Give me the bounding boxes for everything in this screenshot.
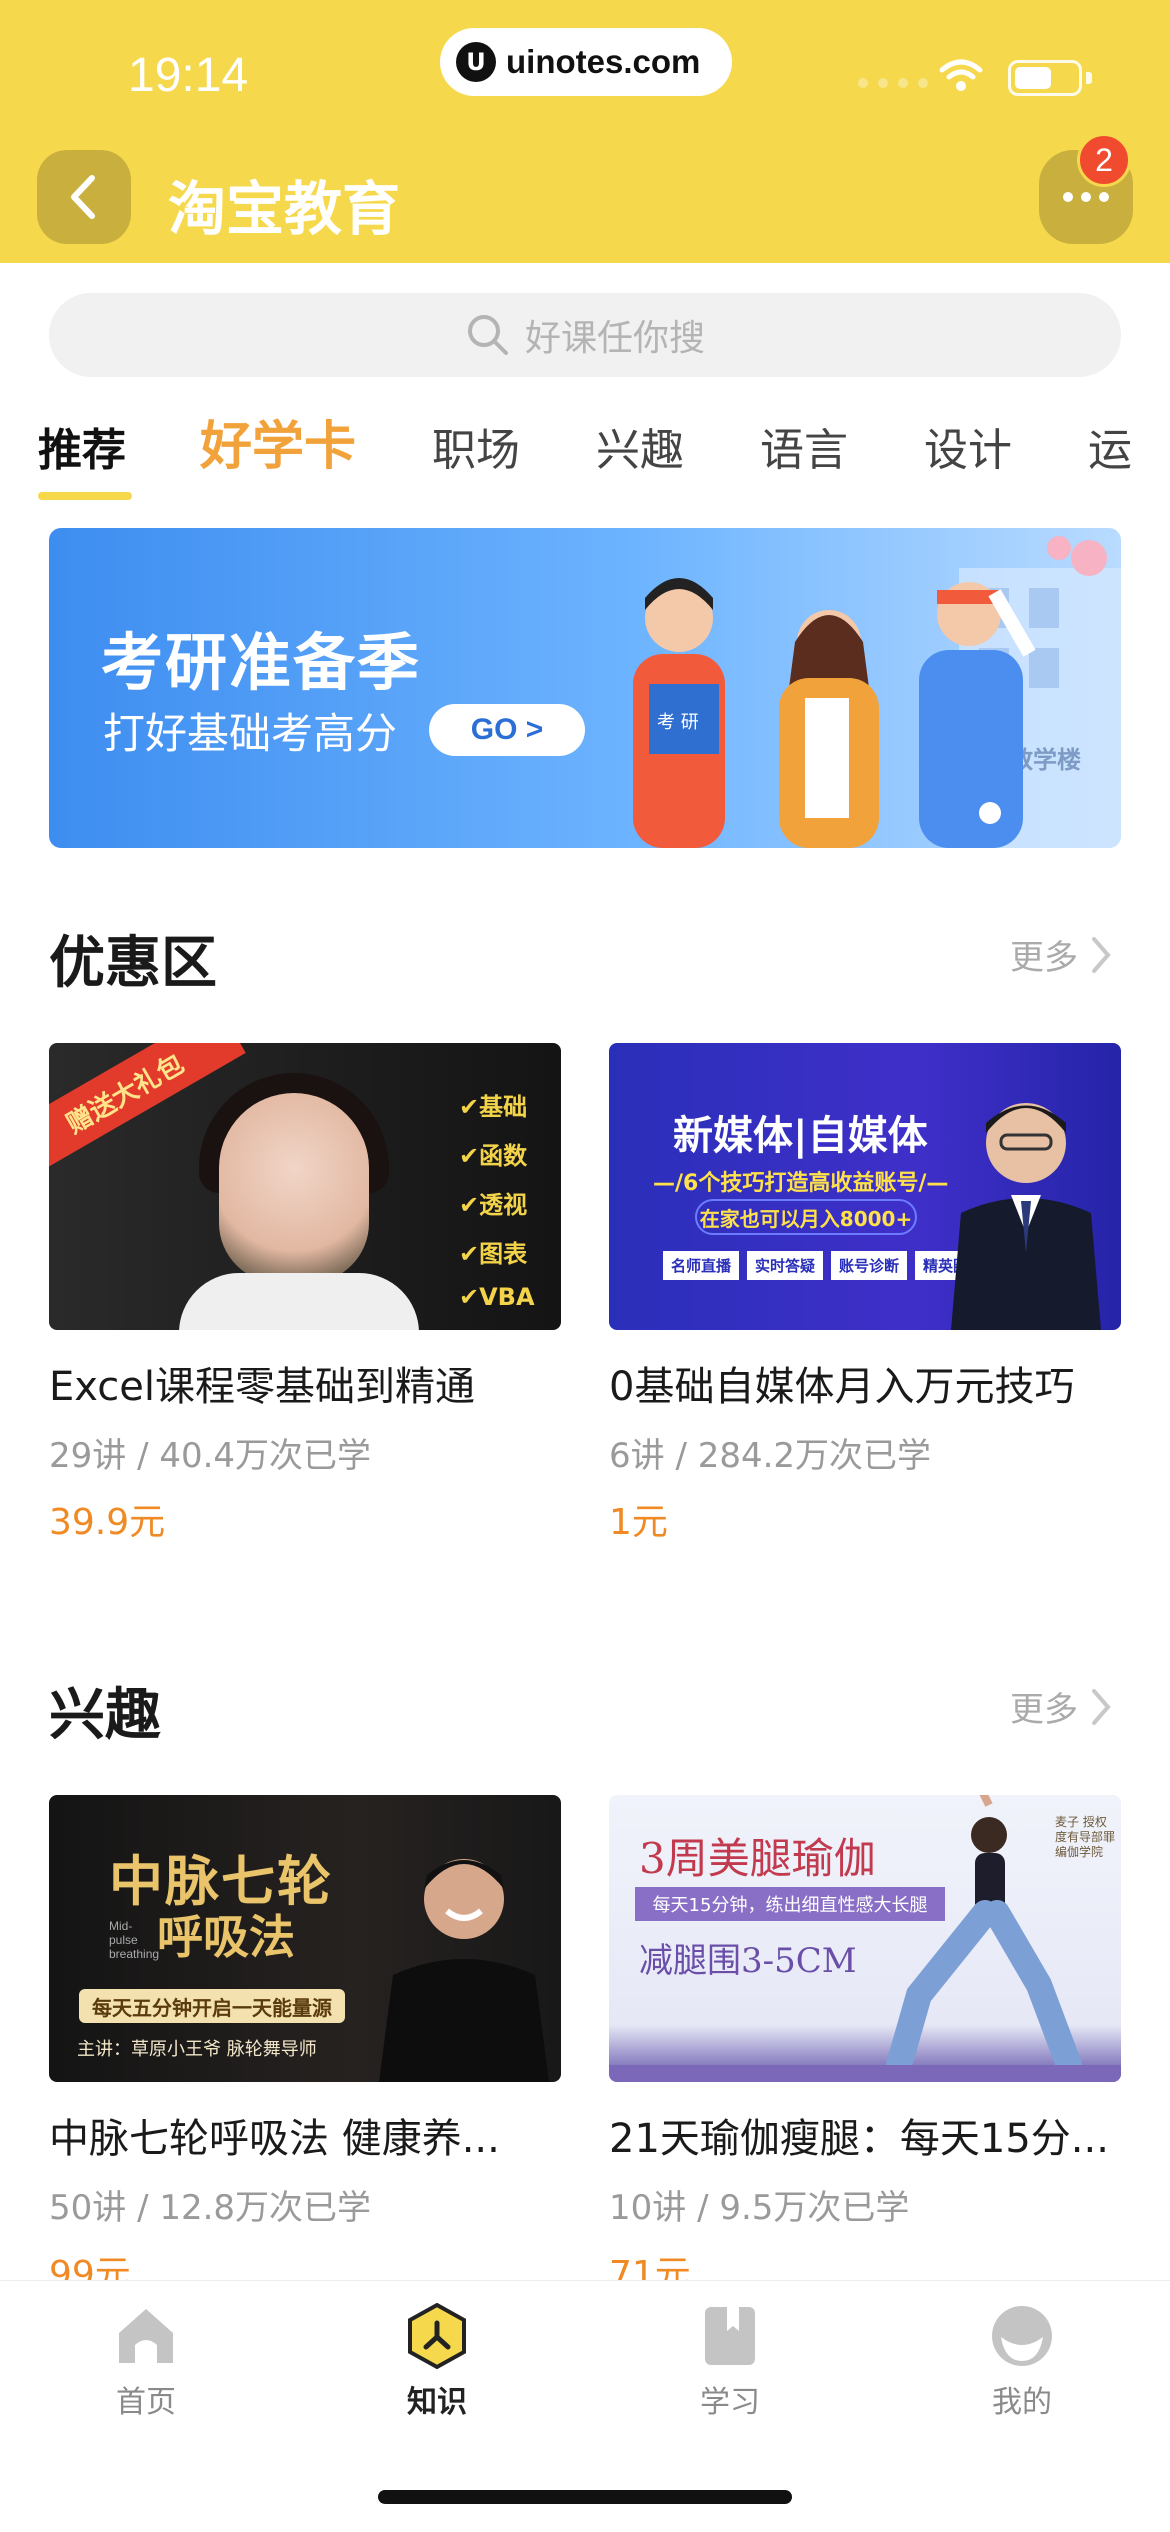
chevron-right-icon: [1092, 936, 1111, 973]
section-title-discount: 优惠区: [49, 931, 217, 996]
banner-go-label: GO: [470, 713, 518, 746]
banner-go-button[interactable]: GO >: [429, 704, 585, 756]
course-title: 21天瑜伽瘦腿：每天15分...: [609, 2116, 1109, 2162]
topic-checklist: ✔基础 ✔函数 ✔透视 ✔图表 ✔VBA: [459, 1093, 535, 1311]
search-placeholder: 好课任你搜: [524, 318, 705, 359]
course-card[interactable]: 中脉七轮 呼吸法 Mid-pulse breathing 每天五分钟开启一天能量…: [49, 1795, 561, 2297]
signal-icon: [858, 78, 928, 88]
thumb-subline: 每天15分钟，练出细直性感大长腿: [635, 1887, 945, 1921]
tab-language[interactable]: 语言: [760, 414, 848, 478]
uinotes-logo-icon: U: [456, 42, 496, 82]
section-more-interest[interactable]: 更多: [1010, 1682, 1114, 1731]
course-meta: 50讲 / 12.8万次已学: [49, 2188, 372, 2228]
course-price: 1元: [609, 1502, 668, 1543]
banner-title: 考研准备季: [101, 626, 422, 699]
status-indicators: [858, 58, 1098, 98]
chevron-right-icon: >: [517, 713, 544, 746]
back-button[interactable]: [37, 150, 131, 244]
instructor-photo: [379, 1859, 549, 2082]
profile-icon: [992, 2306, 1052, 2366]
status-time: 19:14: [128, 49, 249, 102]
section-more-discount[interactable]: 更多: [1010, 930, 1114, 979]
course-meta: 6讲 / 284.2万次已学: [609, 1436, 932, 1476]
chevron-right-icon: [1092, 1688, 1111, 1725]
instructor-photo: [219, 1093, 369, 1283]
thumb-headline: 新媒体|自媒体: [673, 1113, 928, 1159]
more-label: 更多: [1010, 1690, 1078, 1730]
wifi-icon: [939, 59, 983, 91]
tab-interest[interactable]: 兴趣: [596, 414, 684, 478]
course-title: Excel课程零基础到精通: [49, 1364, 475, 1410]
category-tabs: 推荐 好学卡 职场 兴趣 语言 设计 运: [0, 400, 1170, 510]
home-indicator[interactable]: [378, 2490, 792, 2504]
course-thumbnail: 赠送大礼包 ✔基础 ✔函数 ✔透视 ✔图表 ✔VBA: [49, 1043, 561, 1330]
url-pill[interactable]: U uinotes.com: [440, 28, 732, 96]
tab-recommend[interactable]: 推荐: [38, 414, 126, 478]
tab-design[interactable]: 设计: [924, 414, 1012, 478]
course-thumbnail: 中脉七轮 呼吸法 Mid-pulse breathing 每天五分钟开启一天能量…: [49, 1795, 561, 2082]
course-meta: 10讲 / 9.5万次已学: [609, 2188, 910, 2228]
carousel-indicator: [979, 802, 1001, 824]
search-icon: [467, 315, 508, 355]
search-bar[interactable]: 好课任你搜: [49, 293, 1121, 377]
course-meta: 29讲 / 40.4万次已学: [49, 1436, 372, 1476]
course-title: 中脉七轮呼吸法 健康养...: [49, 2116, 500, 2162]
course-card[interactable]: 新媒体|自媒体 —/6个技巧打造高收益账号/— 在家也可以月入8000+ 名师直…: [609, 1043, 1121, 1545]
thumb-host: 主讲：草原小王爷 脉轮舞导师: [77, 2039, 317, 2060]
thumb-english: Mid-pulse breathing: [109, 1919, 160, 1961]
tabbar-knowledge-label: 知识: [407, 2385, 467, 2420]
course-card[interactable]: 赠送大礼包 ✔基础 ✔函数 ✔透视 ✔图表 ✔VBA Excel课程零基础到精通…: [49, 1043, 561, 1545]
banner-subtitle: 打好基础考高分: [103, 709, 398, 758]
tabbar-profile[interactable]: 我的: [922, 2301, 1122, 2421]
knowledge-icon: [408, 2302, 466, 2370]
book-icon: [705, 2307, 755, 2365]
tabbar-home[interactable]: 首页: [46, 2301, 246, 2421]
notification-badge: 2: [1077, 133, 1131, 187]
more-dots-icon: [1063, 192, 1109, 202]
tabbar-knowledge[interactable]: 知识: [337, 2301, 537, 2421]
instructor-photo: [951, 1103, 1101, 1330]
course-card[interactable]: 3周美腿瑜伽 每天15分钟，练出细直性感大长腿 减腿围3-5CM 麦子 授权度有…: [609, 1795, 1121, 2297]
battery-icon: [1008, 60, 1082, 96]
course-price: 39.9元: [49, 1502, 166, 1543]
url-text: uinotes.com: [506, 43, 701, 80]
thumb-pill: 每天五分钟开启一天能量源: [79, 1989, 345, 2023]
thumb-side-note: 麦子 授权度有导部罪编伽学院: [1055, 1815, 1116, 1859]
top-header: 19:14 U uinotes.com 淘宝教育 2: [0, 0, 1170, 263]
course-title: 0基础自媒体月入万元技巧: [609, 1364, 1075, 1410]
tabbar-home-label: 首页: [116, 2385, 176, 2420]
thumb-headline-2: 呼吸法: [157, 1910, 295, 1964]
thumb-size-claim: 减腿围3-5CM: [639, 1941, 857, 1981]
course-thumbnail: 3周美腿瑜伽 每天15分钟，练出细直性感大长腿 减腿围3-5CM 麦子 授权度有…: [609, 1795, 1121, 2082]
active-tab-underline: [38, 492, 132, 500]
thumb-subline: —/6个技巧打造高收益账号/—: [653, 1171, 949, 1196]
page-title: 淘宝教育: [168, 175, 401, 243]
thumb-headline: 3周美腿瑜伽: [639, 1834, 876, 1883]
more-label: 更多: [1010, 938, 1078, 978]
tabbar-study-label: 学习: [700, 2385, 760, 2420]
tab-sports[interactable]: 运: [1088, 414, 1132, 478]
chevron-left-icon: [71, 175, 95, 219]
tab-good-study-card[interactable]: 好学卡: [200, 404, 356, 479]
tabbar-study[interactable]: 学习: [630, 2301, 830, 2421]
home-icon: [119, 2309, 173, 2363]
tab-workplace[interactable]: 职场: [432, 414, 520, 478]
section-title-interest: 兴趣: [49, 1683, 161, 1748]
tabbar-profile-label: 我的: [992, 2385, 1052, 2420]
thumb-pill: 在家也可以月入8000+: [695, 1199, 917, 1235]
promo-banner[interactable]: 教学楼 考 研 考研准备季 打好基础考高分 GO >: [49, 528, 1121, 848]
course-thumbnail: 新媒体|自媒体 —/6个技巧打造高收益账号/— 在家也可以月入8000+ 名师直…: [609, 1043, 1121, 1330]
svg-text:考 研: 考 研: [657, 712, 699, 733]
